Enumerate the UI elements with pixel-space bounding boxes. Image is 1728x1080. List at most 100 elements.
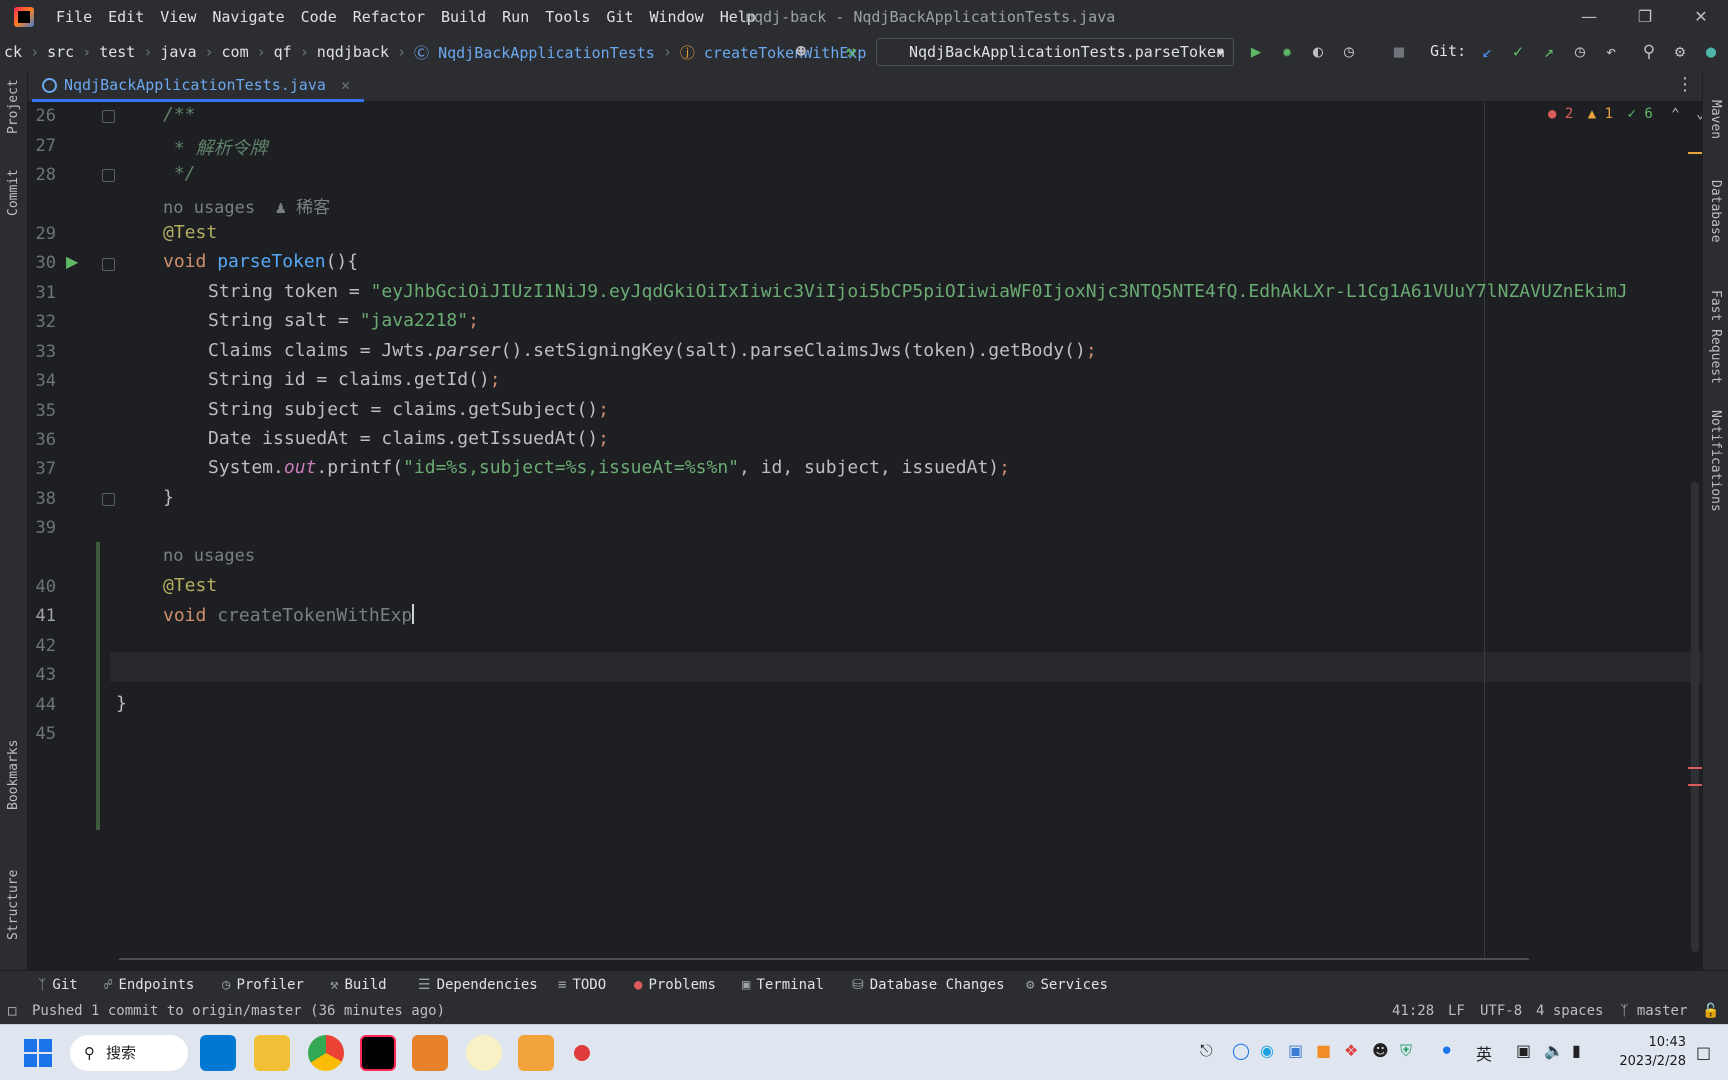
battery-icon[interactable]: ▮	[1572, 1041, 1581, 1060]
status-message[interactable]: Pushed 1 commit to origin/master (36 min…	[32, 1003, 445, 1019]
lock-icon[interactable]: 🔓	[1702, 1003, 1719, 1019]
close-tab-icon[interactable]: ✕	[341, 76, 350, 94]
vertical-scrollbar[interactable]	[1691, 482, 1699, 952]
app-icon[interactable]	[518, 1035, 554, 1071]
tool-problems[interactable]: ● Problems	[634, 977, 716, 993]
menu-view[interactable]: View	[152, 8, 204, 26]
breadcrumb-nqdjback[interactable]: nqdjback	[313, 43, 393, 61]
app-tray-icon[interactable]: ◉	[1260, 1041, 1274, 1060]
tool-maven[interactable]: Maven	[1708, 100, 1723, 139]
app-tray-icon[interactable]: ▣	[1288, 1041, 1303, 1060]
tool-project[interactable]: Project	[6, 79, 21, 134]
breadcrumb-root[interactable]: ck	[0, 43, 26, 61]
stop-icon[interactable]: ■	[1388, 42, 1410, 62]
menu-run[interactable]: Run	[494, 8, 537, 26]
horizontal-scrollbar[interactable]	[118, 958, 1530, 960]
close-icon[interactable]: ✕	[1686, 4, 1716, 30]
breadcrumb-com[interactable]: com	[218, 43, 253, 61]
volume-icon[interactable]: 🔈	[1544, 1041, 1564, 1060]
menu-code[interactable]: Code	[293, 8, 345, 26]
tool-endpoints[interactable]: ☍ Endpoints	[104, 977, 194, 993]
tool-notifications[interactable]: Notifications	[1708, 410, 1723, 512]
search-icon[interactable]: ⚲	[1638, 42, 1660, 62]
qq-icon[interactable]: ☻	[1372, 1041, 1389, 1060]
error-stripe-mark[interactable]	[1688, 767, 1702, 769]
file-explorer-icon[interactable]	[254, 1035, 290, 1071]
tool-database-changes[interactable]: ⛁ Database Changes	[852, 977, 1005, 993]
tool-bookmarks[interactable]: Bookmarks	[6, 740, 21, 810]
minimize-icon[interactable]: —	[1574, 4, 1604, 30]
breadcrumb-qf[interactable]: qf	[270, 43, 296, 61]
history-icon[interactable]: ◷	[1569, 42, 1591, 62]
menu-tools[interactable]: Tools	[537, 8, 598, 26]
vscode-icon[interactable]	[200, 1035, 236, 1071]
tool-commit[interactable]: Commit	[6, 169, 21, 216]
security-icon[interactable]: ⛨	[1400, 1041, 1412, 1061]
fold-icon[interactable]	[102, 258, 115, 271]
inspection-widget[interactable]: ● 2 ▲ 1 ✓ 6 ⌃ ⌄	[1548, 106, 1702, 122]
windows-start-icon[interactable]	[22, 1037, 54, 1069]
tab-nqdjbackapplicationtests[interactable]: NqdjBackApplicationTests.java ✕	[32, 70, 364, 102]
intellij-logo-icon[interactable]	[14, 7, 34, 27]
tool-terminal[interactable]: ▣ Terminal	[742, 977, 824, 993]
menu-build[interactable]: Build	[433, 8, 494, 26]
fold-icon[interactable]	[102, 493, 115, 506]
git-branch-widget[interactable]: ᛉ master	[1620, 1003, 1687, 1019]
menu-edit[interactable]: Edit	[100, 8, 152, 26]
code-editor[interactable]: 26 27 28 29 30 31 32 33 34 35 36 37 38 3…	[28, 102, 1702, 960]
usages-inlay[interactable]: no usages	[163, 546, 255, 566]
app-icon[interactable]	[466, 1035, 502, 1071]
usb-icon[interactable]: ⎋	[1200, 1041, 1213, 1061]
tool-todo[interactable]: ≡ TODO	[558, 977, 606, 993]
app-tray-icon[interactable]: ■	[1316, 1041, 1331, 1060]
taskbar-clock[interactable]: 10:43 2023/2/28	[1600, 1033, 1686, 1071]
caret-position[interactable]: 41:28	[1392, 1003, 1434, 1019]
settings-gear-icon[interactable]: ⚙	[1669, 42, 1691, 62]
menu-git[interactable]: Git	[598, 8, 641, 26]
tool-fast-request[interactable]: Fast Request	[1708, 290, 1723, 384]
chevron-up-icon[interactable]: ⌃	[1671, 106, 1679, 122]
build-hammer-icon[interactable]: ⚒	[840, 42, 862, 62]
intellij-idea-icon[interactable]	[360, 1035, 396, 1071]
error-stripe-mark[interactable]	[1688, 784, 1702, 786]
network-icon[interactable]: ▣	[1516, 1041, 1531, 1060]
menu-file[interactable]: File	[48, 8, 100, 26]
run-test-gutter-icon[interactable]: ▶	[66, 252, 78, 271]
tool-dependencies[interactable]: ☰ Dependencies	[418, 977, 538, 993]
status-layout-icon[interactable]: □	[8, 1003, 16, 1019]
tool-services[interactable]: ⚙ Services	[1026, 977, 1108, 993]
file-encoding[interactable]: UTF-8	[1480, 1003, 1522, 1019]
tool-database[interactable]: Database	[1708, 180, 1723, 243]
menu-refactor[interactable]: Refactor	[345, 8, 433, 26]
chrome-icon[interactable]	[308, 1035, 344, 1071]
git-update-icon[interactable]: ↙	[1476, 42, 1498, 62]
app-tray-icon[interactable]: ❖	[1344, 1041, 1358, 1060]
git-commit-icon[interactable]: ✓	[1507, 42, 1529, 62]
breadcrumb-java[interactable]: java	[156, 43, 200, 61]
usages-inlay[interactable]: no usages ♟ 稀客	[163, 193, 330, 218]
rollback-icon[interactable]: ↶	[1600, 42, 1622, 62]
fold-icon[interactable]	[102, 169, 115, 182]
breadcrumb-test[interactable]: test	[95, 43, 139, 61]
taskbar-search[interactable]: ⚲ 搜索	[70, 1035, 188, 1071]
menu-window[interactable]: Window	[642, 8, 712, 26]
more-tabs-icon[interactable]: ⋮	[1676, 74, 1694, 95]
edge-icon[interactable]: ◯	[1232, 1041, 1250, 1060]
git-push-icon[interactable]: ↗	[1538, 42, 1560, 62]
run-configuration-select[interactable]: NqdjBackApplicationTests.parseToken ▾	[876, 38, 1234, 66]
user-icon[interactable]: ☻	[790, 42, 812, 62]
sublime-text-icon[interactable]	[412, 1035, 448, 1071]
tool-structure[interactable]: Structure	[6, 870, 21, 940]
fold-icon[interactable]	[102, 110, 115, 123]
chevron-down-icon[interactable]: ⌄	[1696, 106, 1702, 122]
menu-navigate[interactable]: Navigate	[204, 8, 292, 26]
recorder-icon[interactable]	[574, 1045, 590, 1061]
restore-icon[interactable]: ❐	[1630, 4, 1660, 30]
profile-icon[interactable]: ◷	[1338, 42, 1360, 62]
plugin-icon[interactable]: ●	[1700, 42, 1722, 62]
error-stripe-mark[interactable]	[1688, 152, 1702, 154]
run-icon[interactable]: ▶	[1245, 42, 1267, 62]
tool-git[interactable]: ᛉ Git	[38, 977, 78, 993]
tool-build[interactable]: ⚒ Build	[330, 977, 387, 993]
debug-icon[interactable]: ✹	[1276, 42, 1298, 62]
